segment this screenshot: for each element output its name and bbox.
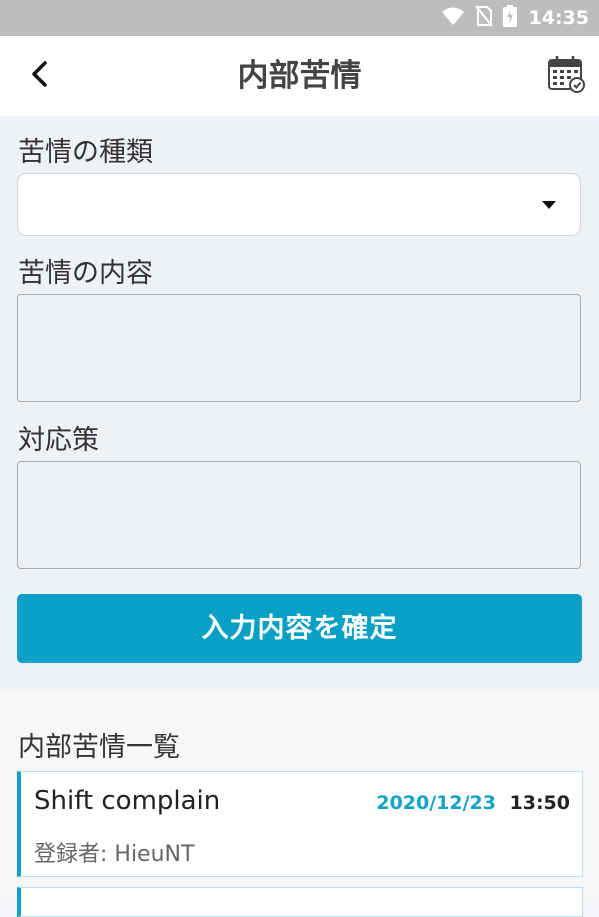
calendar-button[interactable]: [545, 55, 587, 97]
response-label: 対応策: [18, 425, 99, 456]
complaint-list-title: 内部苦情一覧: [18, 732, 180, 763]
no-sim-icon: [474, 5, 493, 31]
calendar-icon: [546, 54, 586, 98]
status-bar: 14:35: [0, 0, 599, 36]
complaint-type-label: 苦情の種類: [18, 137, 153, 168]
complaint-type-select[interactable]: [17, 173, 581, 236]
list-item-time: 13:50: [509, 792, 570, 814]
battery-charging-icon: [502, 5, 517, 31]
back-arrow-icon: [29, 60, 51, 92]
list-item-registrant: 登録者: HieuNT: [34, 842, 195, 867]
complaint-content-label: 苦情の内容: [18, 258, 153, 289]
status-icons: 14:35: [441, 5, 589, 31]
dropdown-arrow-icon: [542, 201, 556, 209]
list-item-title: Shift complain: [34, 786, 221, 816]
wifi-icon: [441, 6, 465, 30]
back-button[interactable]: [18, 54, 62, 98]
complaint-form: 苦情の種類 苦情の内容 対応策 入力内容を確定: [0, 116, 599, 691]
status-time: 14:35: [528, 7, 589, 29]
complaint-content-textarea[interactable]: [17, 294, 581, 402]
page-title: 内部苦情: [237, 58, 362, 94]
response-textarea[interactable]: [17, 461, 581, 569]
complaint-list-section: 内部苦情一覧 Shift complain 2020/12/23 13:50 登…: [0, 691, 599, 917]
app-bar: 内部苦情: [0, 36, 599, 116]
list-item-date: 2020/12/23: [376, 792, 496, 814]
confirm-input-button[interactable]: 入力内容を確定: [17, 594, 582, 663]
list-item[interactable]: [17, 887, 583, 917]
list-item[interactable]: Shift complain 2020/12/23 13:50 登録者: Hie…: [17, 771, 583, 877]
